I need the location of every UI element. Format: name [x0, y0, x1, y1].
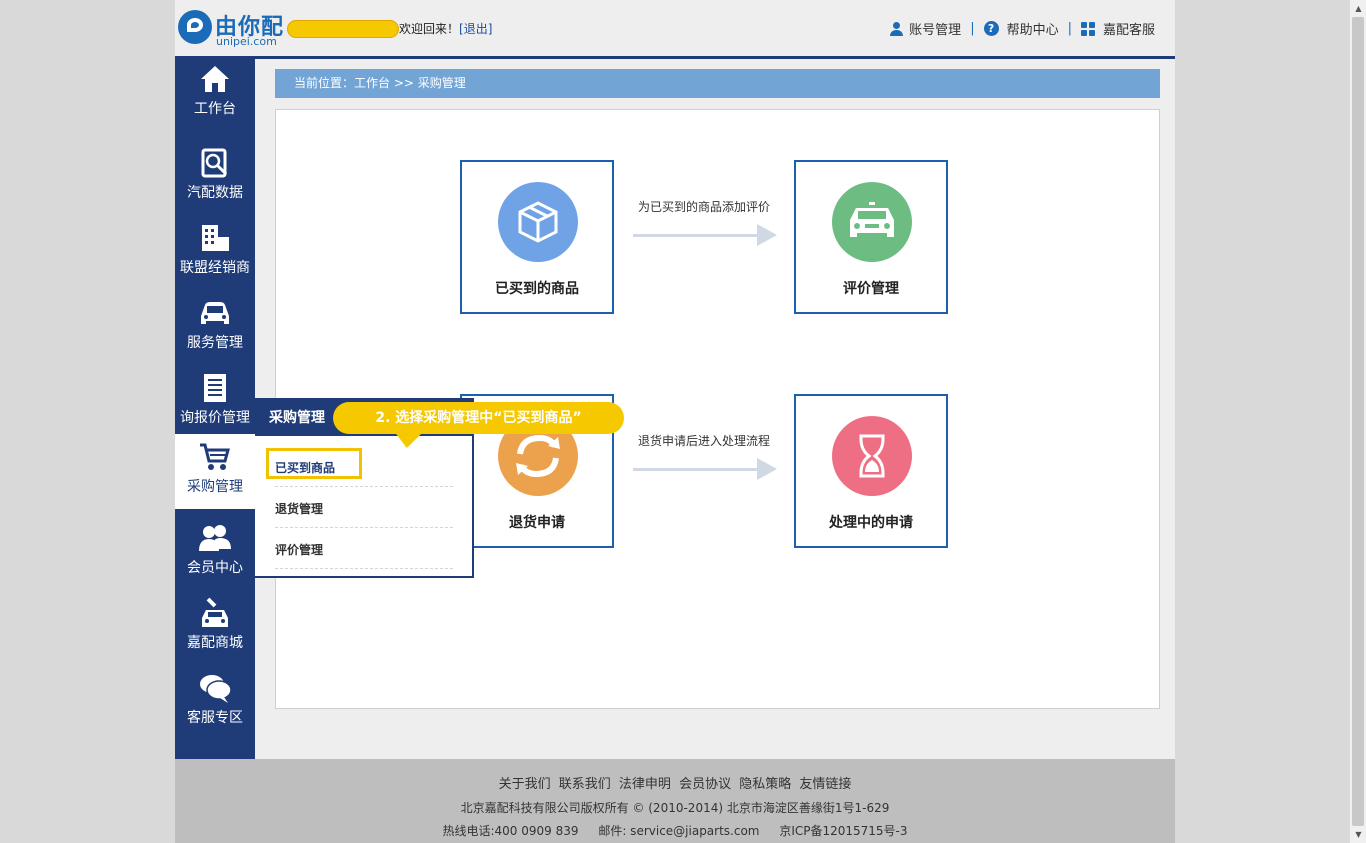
footer-copyright: 北京嘉配科技有限公司版权所有 © (2010-2014) 北京市海淀区善缘街1号…	[460, 801, 890, 815]
members-icon	[199, 525, 231, 551]
menu-item-label: 评价管理	[275, 543, 324, 557]
username-redacted	[287, 20, 399, 38]
review-management-circle	[832, 182, 912, 262]
breadcrumb-text: 当前位置：工作台 >> 采购管理	[294, 76, 466, 90]
scroll-thumb[interactable]	[1352, 17, 1364, 826]
sidebar-item-member-center[interactable]: 会员中心	[175, 515, 255, 590]
sidebar-item-customer-service[interactable]: 客服专区	[175, 665, 255, 740]
footer-link-friends[interactable]: 友情链接	[799, 777, 851, 792]
footer-link-agreement[interactable]: 会员协议	[679, 777, 731, 792]
sidebar-item-label: 采购管理	[187, 479, 243, 495]
tutorial-callout: 2. 选择采购管理中“已买到商品”	[333, 402, 624, 434]
sidebar-item-label: 联盟经销商	[180, 260, 250, 276]
sidebar-item-auto-parts-data[interactable]: 汽配数据	[175, 140, 255, 215]
sidebar-item-label: 工作台	[194, 101, 236, 117]
sidebar-item-inquiry-quote[interactable]: 询报价管理	[175, 365, 255, 440]
sidebar-item-label: 服务管理	[187, 335, 243, 351]
home-icon	[201, 66, 229, 92]
menu-item-return-management[interactable]: 退货管理	[275, 487, 453, 528]
footer-contact: 热线电话:400 0909 839 邮件: service@jiaparts.c…	[175, 822, 1175, 839]
footer-links: 关于我们 联系我们 法律申明 会员协议 隐私策略 友情链接	[175, 773, 1175, 792]
sidebar: 工作台 汽配数据 联盟经销商 服务管理 询报价管理 采购管理 会员中心 嘉配商城…	[175, 56, 255, 759]
footer-email[interactable]: 邮件: service@jiaparts.com	[598, 824, 759, 838]
scroll-down-icon[interactable]: ▼	[1350, 826, 1366, 843]
processing-requests-circle	[832, 416, 912, 496]
vertical-scrollbar[interactable]: ▲ ▼	[1349, 0, 1366, 843]
review-management-title: 评价管理	[843, 281, 899, 297]
highlight-box	[266, 448, 362, 479]
customer-service-link[interactable]: 嘉配客服	[1080, 19, 1155, 38]
document-icon	[204, 374, 226, 402]
processing-requests-title: 处理中的申请	[829, 515, 913, 531]
help-center-link[interactable]: ? 帮助中心	[983, 19, 1059, 38]
search-doc-icon	[201, 148, 228, 178]
chat-icon	[200, 675, 232, 703]
welcome-label: 欢迎回来！	[399, 22, 460, 36]
shop-car-icon	[202, 597, 228, 627]
return-request-title: 退货申请	[509, 515, 565, 531]
purchased-goods-title: 已买到的商品	[495, 281, 579, 297]
help-icon: ?	[983, 21, 999, 36]
sidebar-item-purchase-management[interactable]: 采购管理	[175, 434, 255, 509]
logo-icon[interactable]	[178, 10, 212, 44]
footer-link-about[interactable]: 关于我们	[499, 777, 551, 792]
review-management-card[interactable]: 评价管理	[794, 160, 948, 314]
footer-link-contact[interactable]: 联系我们	[559, 777, 611, 792]
footer: 关于我们 联系我们 法律申明 会员协议 隐私策略 友情链接 北京嘉配科技有限公司…	[175, 759, 1175, 843]
sidebar-item-workbench[interactable]: 工作台	[175, 56, 255, 131]
purchased-goods-circle	[498, 182, 578, 262]
building-icon	[202, 225, 229, 251]
sidebar-item-alliance-dealers[interactable]: 联盟经销商	[175, 215, 255, 290]
arrow-label-return: 退货申请后进入处理流程	[638, 434, 771, 448]
header: 由你配 unipei.com 欢迎回来！[退出] 账号管理 | ? 帮助中心 |…	[175, 0, 1175, 59]
account-management-link[interactable]: 账号管理	[889, 19, 961, 38]
footer-link-legal[interactable]: 法律申明	[619, 777, 671, 792]
sidebar-item-service-management[interactable]: 服务管理	[175, 290, 255, 365]
breadcrumb: 当前位置：工作台 >> 采购管理	[275, 69, 1160, 98]
user-icon	[889, 21, 904, 36]
sidebar-item-label: 会员中心	[187, 560, 243, 576]
help-center-label: 帮助中心	[1006, 23, 1059, 38]
footer-hotline: 热线电话:400 0909 839	[442, 824, 579, 838]
top-nav: 账号管理 | ? 帮助中心 | 嘉配客服	[889, 19, 1155, 38]
sidebar-item-label: 嘉配商城	[187, 635, 243, 651]
welcome-text: 欢迎回来！[退出]	[399, 20, 492, 37]
car-icon	[201, 302, 229, 324]
logo-domain: unipei.com	[216, 35, 277, 48]
logout-link[interactable]: [退出]	[459, 22, 492, 36]
cart-icon	[200, 443, 230, 470]
box-icon	[518, 201, 558, 243]
arrow-label-review: 为已买到的商品添加评价	[638, 200, 771, 214]
arrow-right-icon	[633, 224, 777, 246]
sidebar-item-label: 询报价管理	[180, 410, 250, 426]
account-management-label: 账号管理	[909, 23, 962, 38]
scroll-up-icon[interactable]: ▲	[1350, 0, 1366, 17]
processing-requests-card[interactable]: 处理中的申请	[794, 394, 948, 548]
nav-divider: |	[1067, 21, 1072, 36]
customer-service-label: 嘉配客服	[1102, 23, 1155, 38]
sidebar-item-label: 汽配数据	[187, 185, 243, 201]
sidebar-item-jiapei-mall[interactable]: 嘉配商城	[175, 590, 255, 665]
footer-link-privacy[interactable]: 隐私策略	[739, 777, 791, 792]
nav-divider: |	[970, 21, 975, 36]
menu-title-label: 采购管理	[269, 410, 325, 426]
purchased-goods-card[interactable]: 已买到的商品	[460, 160, 614, 314]
arrow-right-icon	[633, 458, 777, 480]
grid-icon	[1080, 21, 1095, 36]
car-front-icon	[850, 202, 894, 237]
hourglass-icon	[859, 434, 885, 478]
page: 由你配 unipei.com 欢迎回来！[退出] 账号管理 | ? 帮助中心 |…	[175, 0, 1175, 843]
sidebar-item-label: 客服专区	[187, 710, 243, 726]
footer-icp[interactable]: 京ICP备12015715号-3	[779, 824, 907, 838]
menu-item-label: 退货管理	[275, 502, 324, 516]
menu-item-review-management[interactable]: 评价管理	[275, 528, 453, 569]
